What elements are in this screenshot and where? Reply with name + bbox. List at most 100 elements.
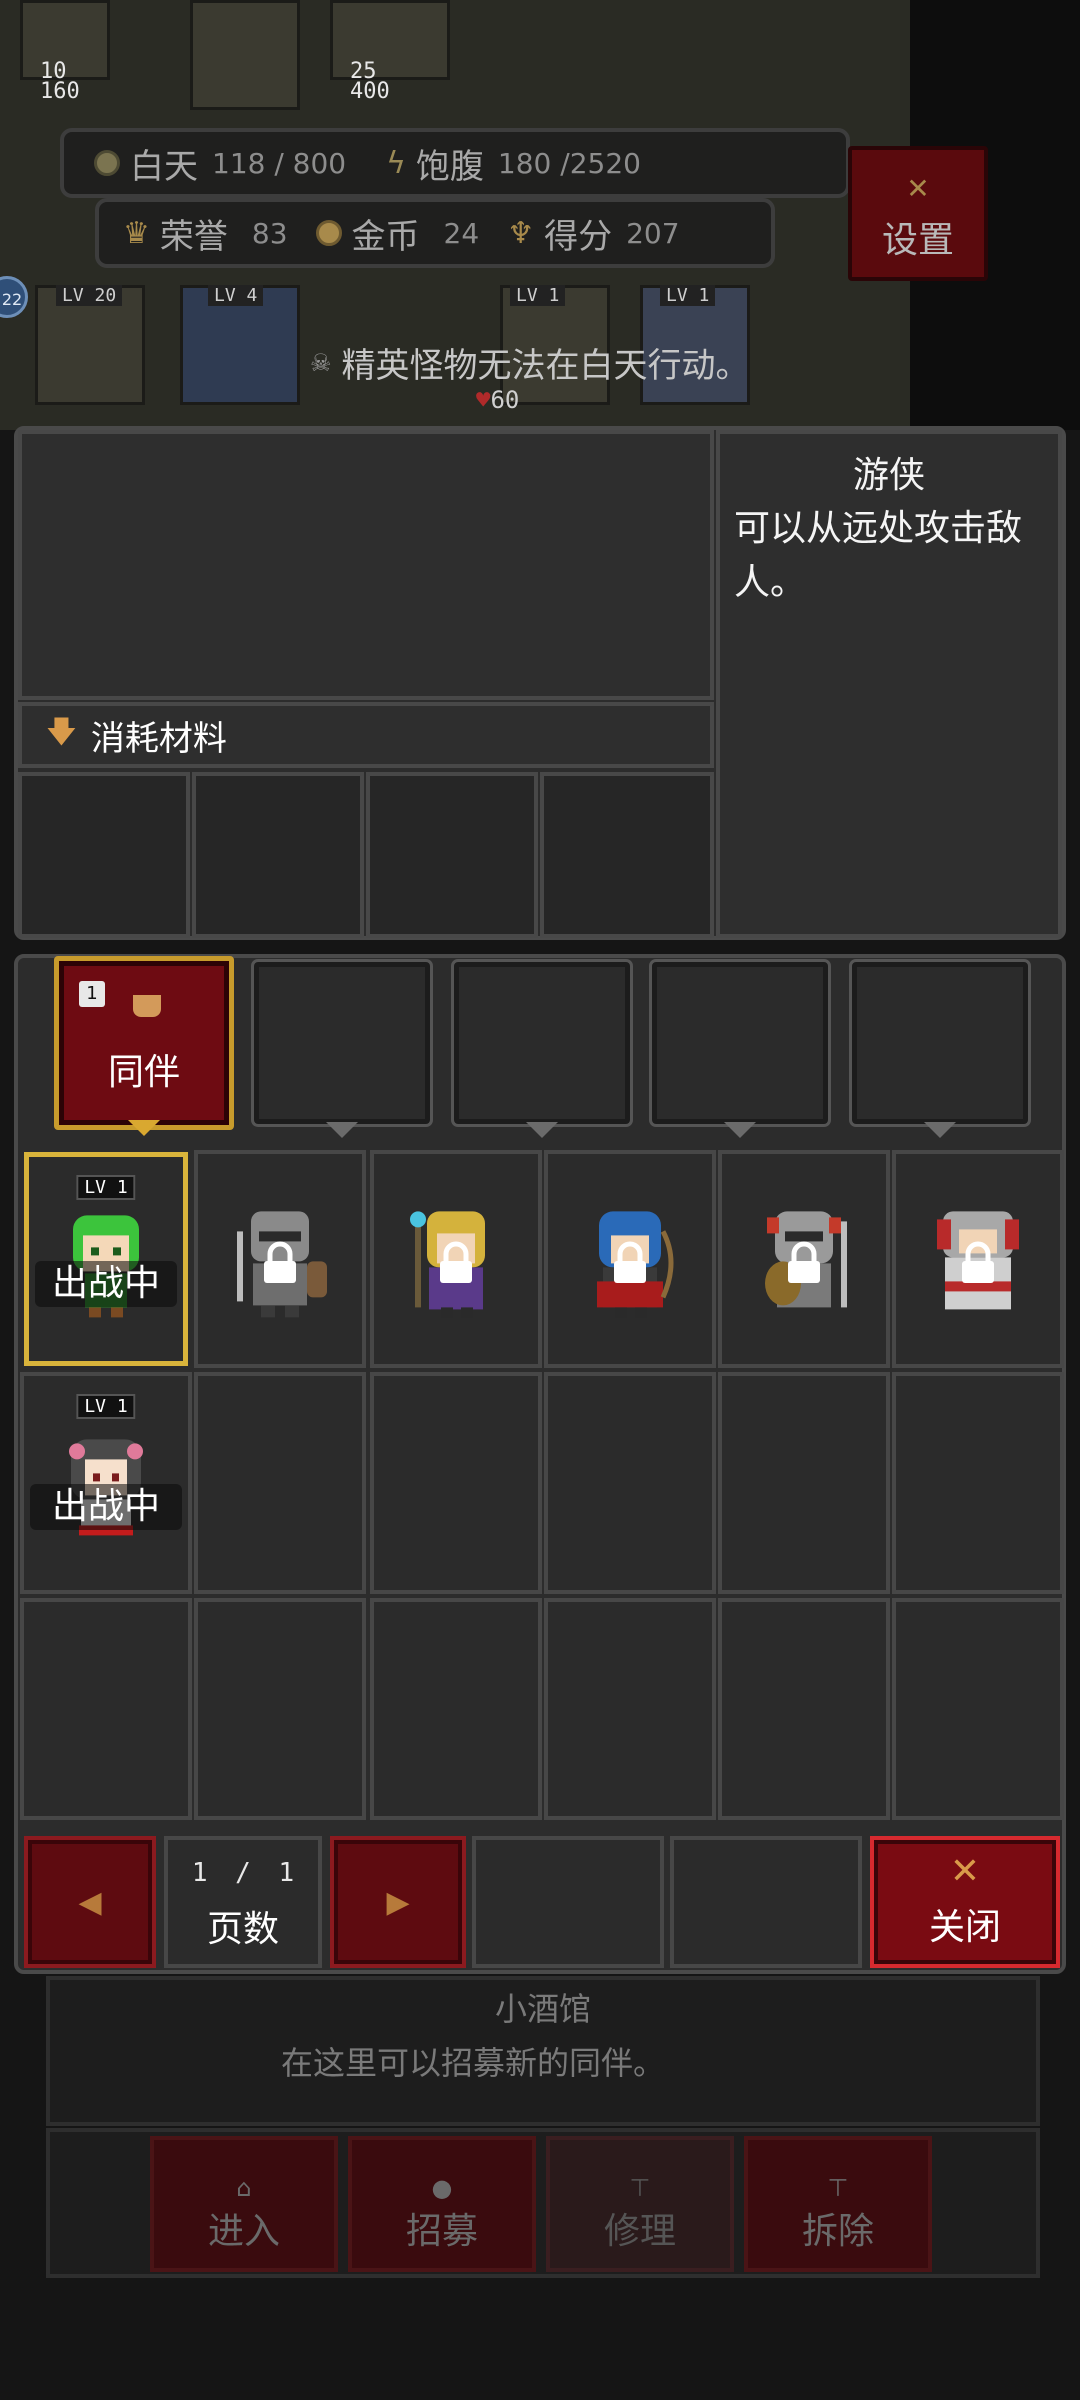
roster-cell-locked[interactable] <box>544 1150 716 1368</box>
material-slot[interactable] <box>18 772 190 938</box>
day-value: 118 / 800 <box>212 146 347 180</box>
resource-bar-top: 白天 118 / 800 ϟ 饱腹 180 /2520 <box>60 128 850 198</box>
roster-cell-deployed[interactable]: LV 1 出战中 <box>20 1372 192 1594</box>
enter-button[interactable]: ⌂ 进入 <box>150 2136 338 2272</box>
crown-icon: ♛ <box>123 215 150 251</box>
lock-icon <box>788 1241 820 1284</box>
map-building-tile[interactable] <box>190 0 300 110</box>
prev-page-button[interactable]: ◀ <box>24 1836 156 1968</box>
hero-status-deployed: 出战中 <box>35 1261 177 1307</box>
arrow-down-icon: 🡇 <box>46 714 77 750</box>
party-slot-empty[interactable] <box>251 959 433 1127</box>
map-unit-stats: 10 160 <box>40 61 80 104</box>
person-icon: ● <box>431 2174 453 2202</box>
slot-arrow-icon <box>724 1122 756 1138</box>
coin-icon <box>315 220 342 246</box>
settings-button[interactable]: ✕ 设置 <box>848 146 988 281</box>
satiety-counter: ϟ 饱腹 180 /2520 <box>386 139 641 188</box>
party-slot-active[interactable]: 1 同伴 <box>54 956 234 1130</box>
roster-cell-locked[interactable] <box>718 1150 890 1368</box>
close-button[interactable]: ✕ 关闭 <box>870 1836 1060 1968</box>
satiety-value: 180 /2520 <box>497 146 641 180</box>
roster-cell-empty[interactable] <box>892 1372 1064 1594</box>
roster-cell-ranger[interactable]: LV 1 出战中 <box>24 1152 188 1366</box>
building-info-panel: 小酒馆 在这里可以招募新的同伴。 <box>46 1976 1040 2126</box>
skull-icon: ☠ <box>310 348 332 377</box>
material-slot[interactable] <box>366 772 538 938</box>
repair-label: 修理 <box>603 2211 676 2252</box>
roster-cell-empty[interactable] <box>20 1598 192 1820</box>
repair-button[interactable]: ⊤ 修理 <box>546 2136 734 2272</box>
settings-label: 设置 <box>881 220 954 261</box>
next-page-button[interactable]: ▶ <box>330 1836 466 1968</box>
roster-cell-empty[interactable] <box>544 1372 716 1594</box>
demolish-button[interactable]: ⊤ 拆除 <box>744 2136 932 2272</box>
slot-arrow-icon <box>128 1120 160 1136</box>
slot-arrow-icon <box>526 1122 558 1138</box>
resource-bar-bottom: ♛ 荣誉 83 金币 24 ♆ 得分 207 <box>95 198 775 268</box>
unit-hp: 160 <box>40 79 80 104</box>
party-slot-empty[interactable] <box>649 959 831 1127</box>
material-slot[interactable] <box>192 772 364 938</box>
page-total: 1 <box>278 1858 295 1888</box>
heart-icon: ♥ <box>476 386 491 414</box>
house-icon: ⌂ <box>236 2174 252 2202</box>
unit-hp: 400 <box>350 79 390 104</box>
building-title: 小酒馆 <box>494 1990 591 2028</box>
recruit-button[interactable]: ● 招募 <box>348 2136 536 2272</box>
unit-preview-area <box>18 430 714 700</box>
map-building-tile[interactable] <box>330 0 450 80</box>
map-level-tag: LV 20 <box>56 285 123 306</box>
score-value: 207 <box>626 216 680 250</box>
roster-cell-empty[interactable] <box>194 1372 366 1594</box>
honor-label: 荣誉 <box>159 216 228 257</box>
party-slot-label: 同伴 <box>107 1052 180 1093</box>
honor-counter: ♛ 荣誉 83 <box>123 209 288 258</box>
roster-cell-empty[interactable] <box>718 1372 890 1594</box>
day-counter: 白天 118 / 800 <box>94 139 346 188</box>
page-label: 页数 <box>206 1909 279 1950</box>
materials-label: 消耗材料 <box>90 718 227 759</box>
gold-label: 金币 <box>351 216 420 257</box>
hero-level-badge: LV 1 <box>76 1394 136 1419</box>
slot-arrow-icon <box>326 1122 358 1138</box>
page-numbers: 1 / 1 <box>168 1858 318 1888</box>
side-badge-value: 22 <box>1 290 23 309</box>
roster-cell-locked[interactable] <box>194 1150 366 1368</box>
map-level-tag: LV 1 <box>510 285 566 306</box>
unit-description: 可以从远处攻击敌 <box>734 508 1023 549</box>
roster-cell-empty[interactable] <box>370 1372 542 1594</box>
recruit-label: 招募 <box>405 2211 478 2252</box>
unit-description: 人。 <box>734 562 807 603</box>
gold-counter: 金币 24 <box>315 209 480 258</box>
hero-status-deployed: 出战中 <box>30 1484 182 1530</box>
roster-cell-empty[interactable] <box>544 1598 716 1820</box>
trophy-icon: ♆ <box>507 215 535 251</box>
empty-control-slot <box>670 1836 862 1968</box>
sun-icon <box>94 150 120 176</box>
roster-cell-empty[interactable] <box>718 1598 890 1820</box>
wrench-icon: ✕ <box>906 172 930 205</box>
cup-icon <box>133 995 161 1017</box>
roster-cell-locked[interactable] <box>370 1150 542 1368</box>
roster-cell-empty[interactable] <box>370 1598 542 1820</box>
gold-value: 24 <box>443 216 480 250</box>
day-label: 白天 <box>130 146 198 187</box>
close-icon: ✕ <box>949 1851 981 1892</box>
materials-header: 🡇 消耗材料 <box>18 702 714 768</box>
roster-cell-locked[interactable] <box>892 1150 1064 1368</box>
empty-control-slot <box>472 1836 664 1968</box>
material-slot[interactable] <box>540 772 714 938</box>
party-slot-empty[interactable] <box>451 959 633 1127</box>
enter-label: 进入 <box>207 2211 280 2252</box>
caret-left-icon: ◀ <box>78 1884 102 1920</box>
party-slot-empty[interactable] <box>849 959 1031 1127</box>
score-counter: ♆ 得分 207 <box>507 209 679 258</box>
honor-value: 83 <box>251 216 288 250</box>
roster-cell-empty[interactable] <box>892 1598 1064 1820</box>
page-indicator: 1 / 1 页数 <box>164 1836 322 1968</box>
unit-description-box: 游侠 可以从远处攻击敌 人。 <box>716 430 1062 938</box>
axe-icon: ⊤ <box>827 2174 849 2202</box>
roster-cell-empty[interactable] <box>194 1598 366 1820</box>
close-label: 关闭 <box>928 1907 1001 1948</box>
